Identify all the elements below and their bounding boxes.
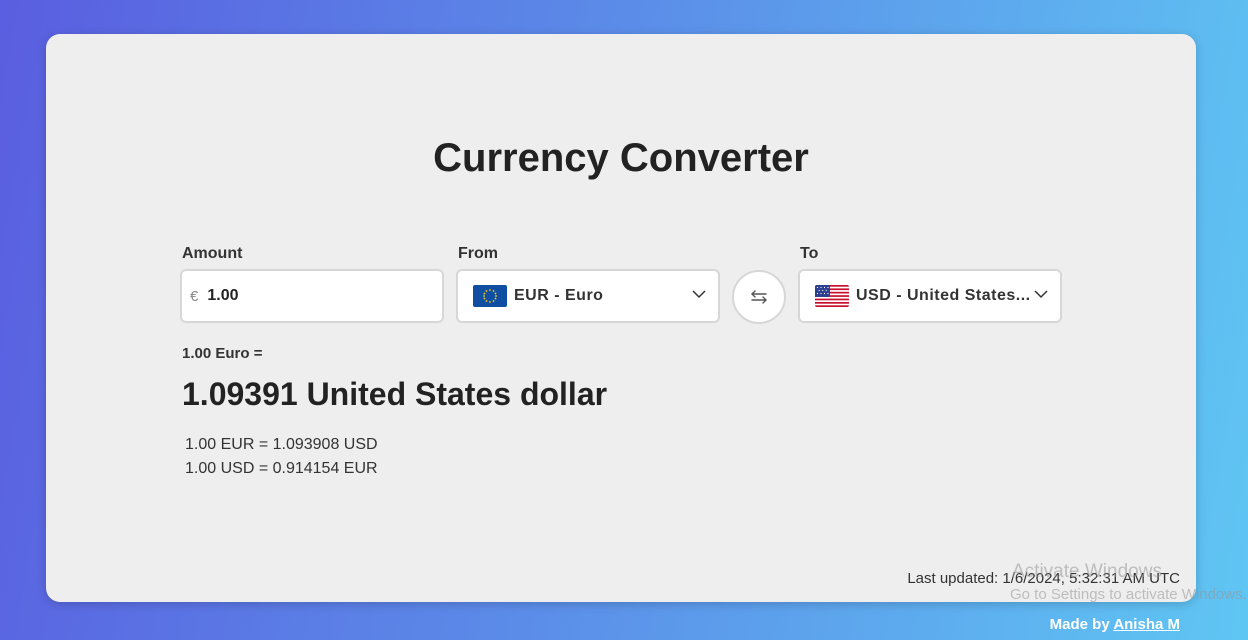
swap-currencies-button[interactable] xyxy=(732,270,786,324)
to-currency-value: USD - United States... xyxy=(856,287,1031,304)
converted-result: 1.09391 United States dollar xyxy=(182,376,608,412)
from-currency-value: EUR - Euro xyxy=(514,287,604,304)
reverse-rate: 1.00 USD = 0.914154 EUR xyxy=(185,460,378,477)
euro-symbol-icon: € xyxy=(190,287,199,305)
footer-prefix: Made by xyxy=(1049,616,1110,633)
result-equation-label: 1.00 Euro = xyxy=(182,345,263,362)
from-label: From xyxy=(458,245,498,262)
to-label: To xyxy=(800,245,819,262)
eu-flag-icon xyxy=(473,285,507,307)
amount-input[interactable]: € 1.00 xyxy=(180,269,444,323)
footer-credit: Made by Anisha M xyxy=(1050,616,1180,633)
page-title: Currency Converter xyxy=(433,136,809,180)
from-currency-select[interactable]: EUR - Euro xyxy=(456,269,720,323)
activate-windows-hint: Go to Settings to activate Windows. xyxy=(1010,586,1247,603)
chevron-down-icon xyxy=(1034,290,1048,299)
amount-label: Amount xyxy=(182,245,243,262)
author-link[interactable]: Anisha M xyxy=(1113,616,1180,633)
amount-value[interactable]: 1.00 xyxy=(207,287,238,305)
chevron-down-icon xyxy=(692,290,706,299)
activate-windows-watermark: Activate Windows xyxy=(1012,561,1162,582)
swap-arrows-icon xyxy=(751,290,767,304)
converter-card: Currency Converter Amount € 1.00 From EU… xyxy=(46,34,1196,602)
forward-rate: 1.00 EUR = 1.093908 USD xyxy=(185,436,378,453)
us-flag-icon xyxy=(815,285,849,307)
to-currency-select[interactable]: USD - United States... xyxy=(798,269,1062,323)
